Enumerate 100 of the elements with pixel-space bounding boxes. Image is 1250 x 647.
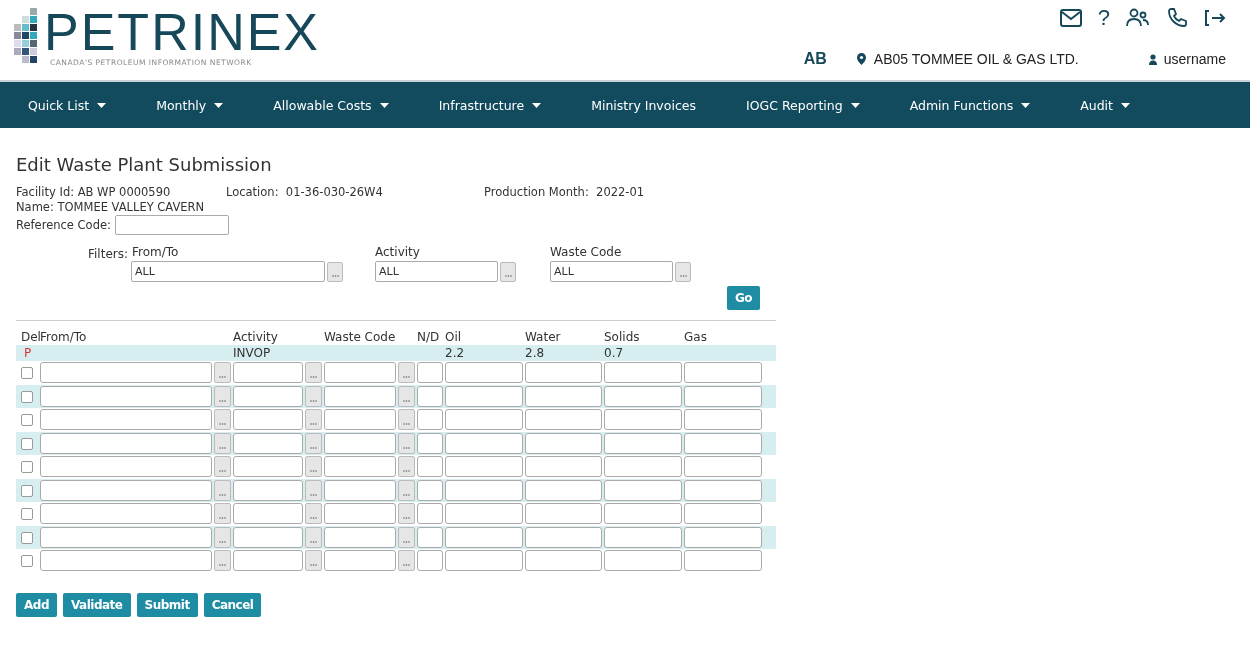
logout-icon[interactable] bbox=[1204, 9, 1226, 27]
nav-menu-item[interactable]: Quick List bbox=[10, 91, 125, 119]
from-to-field[interactable] bbox=[40, 503, 212, 525]
filter-field[interactable]: ALL bbox=[550, 261, 673, 282]
nav-menu-item[interactable]: Monthly bbox=[138, 91, 242, 119]
lookup-button[interactable] bbox=[214, 479, 231, 501]
activity-field[interactable] bbox=[233, 526, 303, 548]
solids-field[interactable] bbox=[604, 550, 682, 572]
lookup-button[interactable] bbox=[398, 362, 415, 384]
activity-field[interactable] bbox=[233, 503, 303, 525]
lookup-button[interactable] bbox=[398, 526, 415, 548]
delete-checkbox[interactable] bbox=[21, 531, 33, 544]
water-field[interactable] bbox=[525, 456, 602, 478]
lookup-button[interactable] bbox=[398, 503, 415, 525]
oil-field[interactable] bbox=[445, 385, 523, 407]
nav-menu-item[interactable]: Admin Functions bbox=[891, 91, 1049, 119]
from-to-field[interactable] bbox=[40, 409, 212, 431]
lookup-button[interactable] bbox=[214, 385, 231, 407]
delete-checkbox[interactable] bbox=[21, 555, 33, 568]
activity-field[interactable] bbox=[233, 456, 303, 478]
waste-code-field[interactable] bbox=[324, 385, 396, 407]
from-to-field[interactable] bbox=[40, 362, 212, 384]
nd-field[interactable] bbox=[417, 550, 443, 572]
waste-code-field[interactable] bbox=[324, 362, 396, 384]
from-to-field[interactable] bbox=[40, 385, 212, 407]
lookup-button[interactable] bbox=[214, 503, 231, 525]
filter-field[interactable]: ALL bbox=[131, 261, 325, 282]
activity-field[interactable] bbox=[233, 409, 303, 431]
oil-field[interactable] bbox=[445, 456, 523, 478]
water-field[interactable] bbox=[525, 503, 602, 525]
gas-field[interactable] bbox=[684, 479, 762, 501]
delete-checkbox[interactable] bbox=[21, 367, 33, 380]
waste-code-field[interactable] bbox=[324, 432, 396, 454]
from-to-field[interactable] bbox=[40, 479, 212, 501]
nd-field[interactable] bbox=[417, 456, 443, 478]
gas-field[interactable] bbox=[684, 362, 762, 384]
nd-field[interactable] bbox=[417, 409, 443, 431]
delete-checkbox[interactable] bbox=[21, 461, 33, 474]
action-button[interactable]: Validate bbox=[62, 592, 131, 617]
users-icon[interactable] bbox=[1126, 8, 1150, 28]
nd-field[interactable] bbox=[417, 503, 443, 525]
lookup-button[interactable] bbox=[675, 261, 691, 282]
nav-menu-item[interactable]: IOGC Reporting bbox=[727, 91, 878, 119]
lookup-button[interactable] bbox=[398, 409, 415, 431]
lookup-button[interactable] bbox=[305, 479, 322, 501]
water-field[interactable] bbox=[525, 432, 602, 454]
lookup-button[interactable] bbox=[214, 362, 231, 384]
nav-menu-item[interactable]: Audit bbox=[1062, 91, 1148, 119]
delete-checkbox[interactable] bbox=[21, 414, 33, 427]
lookup-button[interactable] bbox=[214, 409, 231, 431]
lookup-button[interactable] bbox=[305, 503, 322, 525]
lookup-button[interactable] bbox=[398, 456, 415, 478]
gas-field[interactable] bbox=[684, 456, 762, 478]
lookup-button[interactable] bbox=[398, 550, 415, 572]
activity-field[interactable] bbox=[233, 385, 303, 407]
delete-checkbox[interactable] bbox=[21, 484, 33, 497]
solids-field[interactable] bbox=[604, 479, 682, 501]
mail-icon[interactable] bbox=[1059, 9, 1082, 27]
lookup-button[interactable] bbox=[214, 550, 231, 572]
oil-field[interactable] bbox=[445, 432, 523, 454]
action-button[interactable]: Cancel bbox=[203, 592, 262, 617]
company-name[interactable]: AB05 TOMMEE OIL & GAS LTD. bbox=[873, 51, 1079, 67]
lookup-button[interactable] bbox=[305, 432, 322, 454]
lookup-button[interactable] bbox=[398, 385, 415, 407]
waste-code-field[interactable] bbox=[324, 550, 396, 572]
activity-field[interactable] bbox=[233, 432, 303, 454]
water-field[interactable] bbox=[525, 479, 602, 501]
lookup-button[interactable] bbox=[305, 550, 322, 572]
nav-menu-item[interactable]: Allowable Costs bbox=[255, 91, 407, 119]
gas-field[interactable] bbox=[684, 550, 762, 572]
activity-field[interactable] bbox=[233, 550, 303, 572]
help-link[interactable]: ? bbox=[1097, 7, 1110, 29]
water-field[interactable] bbox=[525, 385, 602, 407]
username-label[interactable]: username bbox=[1163, 51, 1226, 67]
lookup-button[interactable] bbox=[305, 385, 322, 407]
filter-field[interactable]: ALL bbox=[375, 261, 498, 282]
lookup-button[interactable] bbox=[305, 526, 322, 548]
waste-code-field[interactable] bbox=[324, 456, 396, 478]
activity-field[interactable] bbox=[233, 362, 303, 384]
delete-checkbox[interactable] bbox=[21, 390, 33, 403]
lookup-button[interactable] bbox=[214, 432, 231, 454]
nav-menu-item[interactable]: Infrastructure bbox=[420, 91, 560, 119]
activity-field[interactable] bbox=[233, 479, 303, 501]
lookup-button[interactable] bbox=[500, 261, 516, 282]
gas-field[interactable] bbox=[684, 385, 762, 407]
nd-field[interactable] bbox=[417, 526, 443, 548]
solids-field[interactable] bbox=[604, 409, 682, 431]
oil-field[interactable] bbox=[445, 550, 523, 572]
oil-field[interactable] bbox=[445, 526, 523, 548]
lookup-button[interactable] bbox=[398, 432, 415, 454]
lookup-button[interactable] bbox=[305, 409, 322, 431]
nav-menu-item[interactable]: Ministry Invoices bbox=[573, 91, 714, 119]
action-button[interactable]: Submit bbox=[136, 592, 198, 617]
lookup-button[interactable] bbox=[305, 456, 322, 478]
lookup-button[interactable] bbox=[305, 362, 322, 384]
gas-field[interactable] bbox=[684, 503, 762, 525]
nd-field[interactable] bbox=[417, 362, 443, 384]
waste-code-field[interactable] bbox=[324, 479, 396, 501]
reference-code-field[interactable] bbox=[114, 215, 229, 235]
solids-field[interactable] bbox=[604, 385, 682, 407]
